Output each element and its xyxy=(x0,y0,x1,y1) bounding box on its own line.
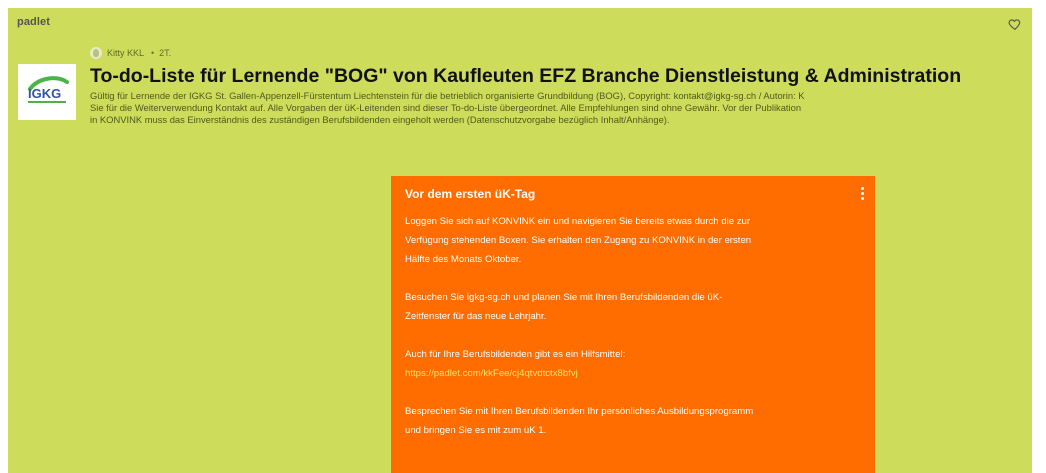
description-line: Gültig für Lernende der IGKG St. Gallen-… xyxy=(90,90,805,101)
description-line: Sie für die Weiterverwendung Kontakt auf… xyxy=(90,102,802,113)
paragraph-line: Besprechen Sie mit Ihren Berufsbildenden… xyxy=(405,406,754,417)
post-body: Loggen Sie sich auf KONVINK ein und navi… xyxy=(405,212,860,459)
post-title: Vor dem ersten üK-Tag xyxy=(405,187,536,201)
author-row: Kitty KKL • 2T. xyxy=(90,46,171,60)
paragraph-line: Loggen Sie sich auf KONVINK ein und navi… xyxy=(405,216,751,227)
post-time: 2T. xyxy=(159,48,172,58)
author-name[interactable]: Kitty KKL xyxy=(107,48,144,58)
board-description: Gültig für Lernende der IGKG St. Gallen-… xyxy=(90,90,1030,126)
paragraph: Loggen Sie sich auf KONVINK ein und navi… xyxy=(405,212,860,269)
paragraph: Auch für Ihre Berufsbildenden gibt es ei… xyxy=(405,345,860,383)
paragraph: Besprechen Sie mit Ihren Berufsbildenden… xyxy=(405,402,860,440)
board-title: To-do-Liste für Lernende "BOG" von Kaufl… xyxy=(90,65,962,87)
more-vertical-icon[interactable] xyxy=(861,187,865,201)
padlet-brand[interactable]: padlet xyxy=(17,16,50,28)
paragraph-line: Hälfte des Monats Oktober. xyxy=(405,254,522,265)
separator-dot: • xyxy=(151,48,155,58)
top-bar: padlet xyxy=(8,8,1032,38)
paragraph-line: Auch für Ihre Berufsbildenden gibt es ei… xyxy=(405,349,626,360)
heart-icon[interactable] xyxy=(1008,17,1022,31)
paragraph-line: und bringen Sie es mit zum üK 1. xyxy=(405,425,547,436)
padlet-board: padlet IGKG Kitty KKL • 2T. To-do-Liste … xyxy=(8,8,1032,473)
paragraph-line: Besuchen Sie igkg-sg.ch und planen Sie m… xyxy=(405,292,723,303)
description-line: in KONVINK muss das Einverständnis des z… xyxy=(90,114,670,125)
paragraph: Besuchen Sie igkg-sg.ch und planen Sie m… xyxy=(405,288,860,326)
logo-text: IGKG xyxy=(28,86,61,101)
igkg-logo: IGKG xyxy=(18,64,76,120)
padlet-link[interactable]: https://padlet.com/kkFee/cj4qtvdtctx8bfv… xyxy=(405,364,860,383)
post-card[interactable]: Vor dem ersten üK-Tag Loggen Sie sich au… xyxy=(391,176,875,473)
paragraph-line: Verfügung stehenden Boxen. Sie erhalten … xyxy=(405,235,752,246)
avatar-icon[interactable] xyxy=(90,47,102,59)
paragraph-line: Zeitfenster für das neue Lehrjahr. xyxy=(405,311,547,322)
